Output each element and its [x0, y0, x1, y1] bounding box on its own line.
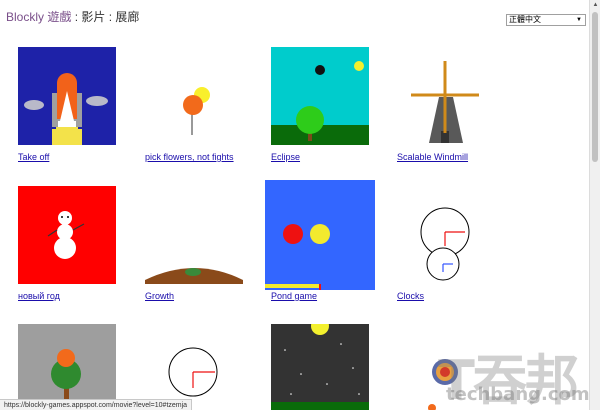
dropdown-arrow-icon: ▼ [576, 17, 582, 23]
eclipse-image [271, 47, 369, 145]
thumbnail-clocks[interactable] [397, 186, 495, 284]
growth-image [145, 186, 243, 284]
scroll-up-icon[interactable]: ▲ [590, 0, 600, 10]
clocks-image [397, 186, 495, 284]
gallery-link-eclipse[interactable]: Eclipse [271, 152, 300, 162]
thumbnail-windmill[interactable] [397, 47, 495, 145]
thumbnail-clock[interactable] [145, 324, 243, 410]
breadcrumb-separator: : [105, 10, 116, 24]
windmill-image [397, 47, 495, 145]
pond-image [265, 180, 375, 290]
rocket-image [18, 47, 116, 145]
gallery-link-take-off[interactable]: Take off [18, 152, 49, 162]
watermark-logo: T吞邦 techbang.com [438, 336, 598, 412]
language-selected: 正體中文 [509, 15, 541, 24]
gallery-link-clocks[interactable]: Clocks [397, 291, 424, 301]
thumbnail-eclipse[interactable] [271, 47, 369, 145]
gallery-link-pick-flowers[interactable]: pick flowers, not fights [145, 152, 234, 162]
thumbnail-night-sky[interactable] [271, 324, 369, 410]
snowman-image [18, 186, 116, 284]
thumbnail-take-off[interactable] [18, 47, 116, 145]
page-name: 展廊 [115, 10, 140, 24]
tree-image [18, 324, 116, 410]
gallery-link-pond-game[interactable]: Pond game [271, 291, 317, 301]
page-title: Blockly 遊戲 : 影片 : 展廊 [6, 8, 139, 25]
gallery-link-windmill[interactable]: Scalable Windmill [397, 152, 468, 162]
scrollbar-thumb[interactable] [592, 12, 598, 162]
breadcrumb-separator: : [71, 10, 82, 24]
gallery-link-new-year[interactable]: новый год [18, 291, 60, 301]
language-select[interactable]: 正體中文 ▼ [506, 14, 586, 26]
game-link[interactable]: 遊戲 [47, 10, 71, 24]
vertical-scrollbar[interactable]: ▲ [589, 0, 600, 410]
flowers-image [145, 47, 243, 145]
night-sky-image [271, 324, 369, 410]
thumbnail-pick-flowers[interactable] [145, 47, 243, 145]
gallery-link-growth[interactable]: Growth [145, 291, 174, 301]
thumbnail-new-year[interactable] [18, 186, 116, 284]
clock-image [145, 324, 243, 410]
thumbnail-growth[interactable] [145, 186, 243, 284]
status-bar-url: https://blockly-games.appspot.com/movie?… [0, 399, 193, 410]
watermark-text: techbang.com [446, 384, 590, 405]
thumbnail-tree[interactable] [18, 324, 116, 410]
app-name: 影片 [81, 10, 106, 24]
brand-title[interactable]: Blockly [6, 10, 44, 24]
thumbnail-pond-game[interactable] [265, 180, 375, 290]
